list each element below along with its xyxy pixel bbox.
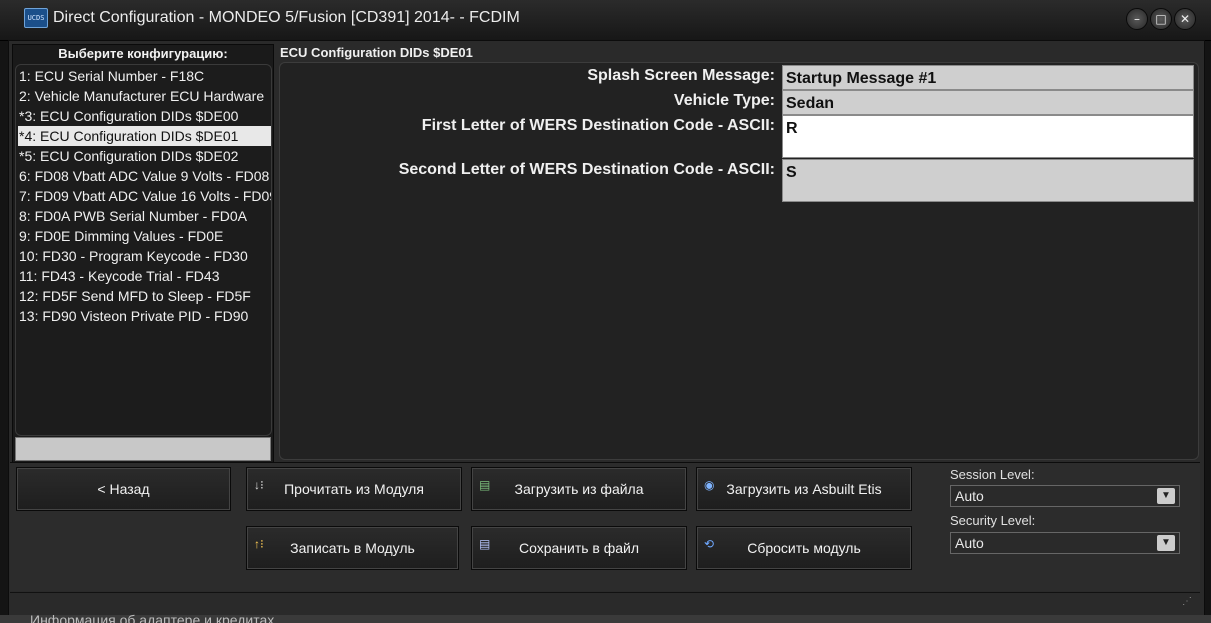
list-item[interactable]: 11: FD43 - Keycode Trial - FD43 xyxy=(18,266,271,286)
app-icon: UCDS xyxy=(24,8,48,28)
write-module-label: Записать в Модуль xyxy=(290,540,415,556)
configuration-list-header: Выберите конфигурацию: xyxy=(58,46,228,61)
security-level-value: Auto xyxy=(955,535,984,551)
list-item[interactable]: 7: FD09 Vbatt ADC Value 16 Volts - FD09 xyxy=(18,186,271,206)
save-file-button[interactable]: ▤ Сохранить в файл xyxy=(471,526,687,570)
wers-first-letter-label: First Letter of WERS Destination Code - … xyxy=(421,117,775,134)
globe-icon: ◉ xyxy=(704,478,715,492)
list-item[interactable]: 12: FD5F Send MFD to Sleep - FD5F xyxy=(18,286,271,306)
session-level-select[interactable]: Auto ▼ xyxy=(950,485,1180,507)
list-item[interactable]: 9: FD0E Dimming Values - FD0E xyxy=(18,226,271,246)
vehicle-type-select[interactable]: Sedan xyxy=(782,90,1194,115)
status-bar: ⋰ xyxy=(10,592,1200,613)
reset-icon: ⟲ xyxy=(704,537,715,551)
session-level-label: Session Level: xyxy=(950,467,1035,482)
wers-first-letter-input[interactable]: R xyxy=(782,115,1194,158)
load-asbuilt-label: Загрузить из Asbuilt Etis xyxy=(726,481,882,497)
list-item[interactable]: 6: FD08 Vbatt ADC Value 9 Volts - FD08 xyxy=(18,166,271,186)
splash-screen-select[interactable]: Startup Message #1 xyxy=(782,65,1194,90)
back-button-label: < Назад xyxy=(97,481,150,497)
write-module-button[interactable]: ↑⁝ Записать в Модуль xyxy=(246,526,459,570)
list-item[interactable]: 2: Vehicle Manufacturer ECU Hardware xyxy=(18,86,271,106)
splash-screen-label: Splash Screen Message: xyxy=(587,67,775,84)
resize-grip-icon[interactable]: ⋰ xyxy=(1182,596,1192,607)
write-to-module-icon: ↑⁝ xyxy=(254,537,264,551)
list-item[interactable]: 13: FD90 Visteon Private PID - FD90 xyxy=(18,306,271,326)
list-filter-input[interactable] xyxy=(15,437,271,461)
vehicle-type-label: Vehicle Type: xyxy=(673,92,775,109)
configuration-list[interactable]: 1: ECU Serial Number - F18C 2: Vehicle M… xyxy=(15,64,272,436)
back-button[interactable]: < Назад xyxy=(16,467,231,511)
security-level-label: Security Level: xyxy=(950,513,1036,528)
wers-second-letter-label: Second Letter of WERS Destination Code -… xyxy=(398,161,775,178)
security-level-select[interactable]: Auto ▼ xyxy=(950,532,1180,554)
list-item[interactable]: 1: ECU Serial Number - F18C xyxy=(18,66,271,86)
read-from-module-icon: ↓⁝ xyxy=(254,478,264,492)
chevron-down-icon[interactable]: ▼ xyxy=(1157,488,1175,504)
save-file-icon: ▤ xyxy=(479,537,491,551)
title-bar: UCDS Direct Configuration - MONDEO 5/Fus… xyxy=(0,0,1211,41)
load-asbuilt-button[interactable]: ◉ Загрузить из Asbuilt Etis xyxy=(696,467,912,511)
save-file-label: Сохранить в файл xyxy=(518,540,640,556)
list-item[interactable]: *5: ECU Configuration DIDs $DE02 xyxy=(18,146,271,166)
configuration-list-panel: Выберите конфигурацию: 1: ECU Serial Num… xyxy=(12,44,274,464)
window-title: Direct Configuration - MONDEO 5/Fusion [… xyxy=(53,9,520,26)
session-level-value: Auto xyxy=(955,488,984,504)
load-file-label: Загрузить из файла xyxy=(514,481,644,497)
read-module-button[interactable]: ↓⁝ Прочитать из Модуля xyxy=(246,467,462,511)
read-module-label: Прочитать из Модуля xyxy=(284,481,424,497)
list-item[interactable]: 8: FD0A PWB Serial Number - FD0A xyxy=(18,206,271,226)
minimize-button[interactable]: – xyxy=(1126,8,1148,30)
reset-module-button[interactable]: ⟲ Сбросить модуль xyxy=(696,526,912,570)
config-section-title: ECU Configuration DIDs $DE01 xyxy=(280,45,473,60)
close-button[interactable]: ✕ xyxy=(1174,8,1196,30)
list-item-selected[interactable]: *4: ECU Configuration DIDs $DE01 xyxy=(18,126,271,146)
maximize-button[interactable]: □ xyxy=(1150,8,1172,30)
list-item[interactable]: 10: FD30 - Program Keycode - FD30 xyxy=(18,246,271,266)
wers-second-letter-input[interactable]: S xyxy=(782,159,1194,202)
reset-module-label: Сбросить модуль xyxy=(747,540,861,556)
chevron-down-icon[interactable]: ▼ xyxy=(1157,535,1175,551)
background-window-text: Информация об адаптере и кредитах xyxy=(30,612,275,623)
load-file-button[interactable]: ▤ Загрузить из файла xyxy=(471,467,687,511)
list-item[interactable]: *3: ECU Configuration DIDs $DE00 xyxy=(18,106,271,126)
load-file-icon: ▤ xyxy=(479,478,491,492)
